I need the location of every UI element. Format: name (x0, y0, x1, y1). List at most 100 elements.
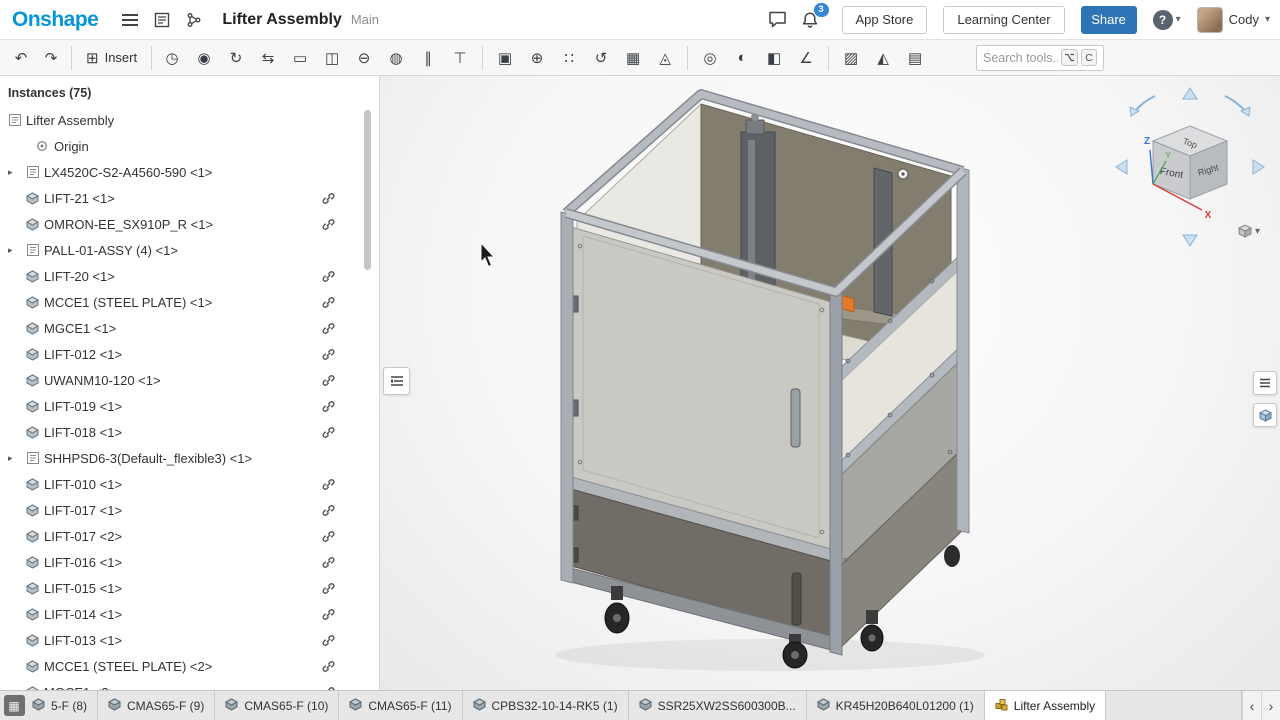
document-tab[interactable]: Lifter Assembly (985, 691, 1106, 720)
viewport-3d[interactable]: Top Front Right Z X Y ▾ (380, 76, 1280, 690)
scroll-tabs-left-button[interactable]: ‹ (1242, 691, 1261, 720)
link-icon[interactable] (321, 581, 335, 595)
view-cube-menu-button[interactable]: ▾ (1238, 224, 1260, 238)
instance-row[interactable]: ▸ UWANM10-120 <1> (0, 367, 379, 393)
share-button[interactable]: Share (1081, 6, 1137, 34)
link-icon[interactable] (321, 295, 335, 309)
link-icon[interactable] (321, 685, 335, 690)
instance-row[interactable]: ▸ MGCE1 <2> (0, 679, 379, 690)
redo-button[interactable]: ↷ (36, 44, 66, 72)
comments-button[interactable] (764, 6, 792, 34)
instance-row[interactable]: ▸ LIFT-20 <1> (0, 263, 379, 289)
ball-mate-button[interactable]: ◍ (381, 44, 411, 72)
section-view-button[interactable]: ◧ (759, 44, 789, 72)
linear-pattern-button[interactable]: ∷ (554, 44, 584, 72)
bom-table-button[interactable]: ▦ (618, 44, 648, 72)
cylindrical-mate-button[interactable]: ◫ (317, 44, 347, 72)
instance-row[interactable]: ▸ LIFT-010 <1> (0, 471, 379, 497)
display-states-button[interactable]: ◐ (727, 44, 757, 72)
instance-row[interactable]: ▸ LX4520C-S2-A4560-590 <1> (0, 159, 379, 185)
instance-row[interactable]: ▸ LIFT-019 <1> (0, 393, 379, 419)
link-icon[interactable] (321, 555, 335, 569)
instance-row[interactable]: ▸ OMRON-EE_SX910P_R <1> (0, 211, 379, 237)
measure-button[interactable]: ∠ (791, 44, 821, 72)
insert-button[interactable]: ⊞ Insert (77, 44, 146, 72)
onshape-logo[interactable]: Onshape (12, 8, 98, 32)
instance-row[interactable]: ▸ LIFT-014 <1> (0, 601, 379, 627)
group-button[interactable]: ▣ (490, 44, 520, 72)
configuration-panel-button[interactable] (1253, 403, 1277, 427)
link-icon[interactable] (321, 425, 335, 439)
mate-connector-button[interactable]: ⊕ (522, 44, 552, 72)
learning-center-button[interactable]: Learning Center (943, 6, 1064, 34)
instance-row[interactable]: Lifter Assembly (0, 107, 379, 133)
revolute-mate-button[interactable]: ↻ (221, 44, 251, 72)
versions-button[interactable] (180, 6, 208, 34)
instance-row[interactable]: ▸ LIFT-016 <1> (0, 549, 379, 575)
circular-pattern-button[interactable]: ↺ (586, 44, 616, 72)
link-icon[interactable] (321, 321, 335, 335)
link-icon[interactable] (321, 191, 335, 205)
instance-row[interactable]: ▸ LIFT-21 <1> (0, 185, 379, 211)
main-menu-button[interactable] (116, 6, 144, 34)
link-icon[interactable] (321, 503, 335, 517)
document-tab[interactable]: CMAS65-F (10) (215, 691, 339, 720)
link-icon[interactable] (321, 347, 335, 361)
instance-row[interactable]: ▸ MGCE1 <1> (0, 315, 379, 341)
view-cube[interactable]: Top Front Right Z X Y (1116, 88, 1264, 246)
exploded-view-button[interactable]: ◬ (650, 44, 680, 72)
document-tab[interactable]: CMAS65-F (9) (98, 691, 215, 720)
instance-row[interactable]: ▸ LIFT-017 <2> (0, 523, 379, 549)
search-tools-box[interactable]: Search tools... C (976, 45, 1104, 71)
link-icon[interactable] (321, 477, 335, 491)
document-outline-button[interactable] (148, 6, 176, 34)
user-menu[interactable]: Cody ▾ (1197, 7, 1270, 33)
workspace-name[interactable]: Main (351, 12, 379, 27)
bom-panel-button[interactable] (1253, 371, 1277, 395)
3d-model-lifter-assembly[interactable] (555, 94, 985, 671)
tangent-mate-button[interactable]: ⊤ (445, 44, 475, 72)
planar-mate-button[interactable]: ▭ (285, 44, 315, 72)
document-tab[interactable]: 5-F (8) (28, 691, 98, 720)
drawing-button[interactable]: ▤ (900, 44, 930, 72)
document-tab[interactable]: SSR25XW2SS600300B... (629, 691, 807, 720)
link-icon[interactable] (321, 607, 335, 621)
link-icon[interactable] (321, 659, 335, 673)
pin-slot-mate-button[interactable]: ⊖ (349, 44, 379, 72)
instance-row[interactable]: ▸ MCCE1 (STEEL PLATE) <2> (0, 653, 379, 679)
document-tab[interactable]: CPBS32-10-14-RK5 (1) (463, 691, 629, 720)
instance-row[interactable]: ▸ LIFT-012 <1> (0, 341, 379, 367)
link-icon[interactable] (321, 217, 335, 231)
instance-row[interactable]: ▸ LIFT-017 <1> (0, 497, 379, 523)
help-button[interactable]: ? ▾ (1153, 10, 1181, 30)
parallel-mate-button[interactable]: ∥ (413, 44, 443, 72)
instance-row[interactable]: ▸ LIFT-015 <1> (0, 575, 379, 601)
search-tools-input[interactable]: Search tools... (983, 51, 1058, 65)
tab-manager-button[interactable]: ▦ (0, 691, 28, 720)
interference-button[interactable]: ◭ (868, 44, 898, 72)
app-store-button[interactable]: App Store (842, 6, 928, 34)
link-icon[interactable] (321, 633, 335, 647)
instance-row[interactable]: ▸ SHHPSD6-3(Default-_flexible3) <1> (0, 445, 379, 471)
named-positions-button[interactable]: ◎ (695, 44, 725, 72)
instance-row[interactable]: ▸ MCCE1 (STEEL PLATE) <1> (0, 289, 379, 315)
sidebar-scrollbar[interactable] (364, 110, 371, 270)
instance-row[interactable]: ▸ LIFT-013 <1> (0, 627, 379, 653)
instance-row[interactable]: ▸ LIFT-018 <1> (0, 419, 379, 445)
expand-arrow-icon[interactable]: ▸ (8, 245, 26, 256)
undo-button[interactable]: ↶ (6, 44, 36, 72)
fastened-mate-button[interactable]: ◉ (189, 44, 219, 72)
link-icon[interactable] (321, 399, 335, 413)
instance-row[interactable]: ▸ Origin (0, 133, 379, 159)
expand-arrow-icon[interactable]: ▸ (8, 167, 26, 178)
notifications-button[interactable]: 3 (796, 6, 824, 34)
instances-panel-toggle-button[interactable] (383, 367, 410, 395)
appearance-button[interactable]: ▨ (836, 44, 866, 72)
document-tab[interactable]: CMAS65-F (11) (339, 691, 462, 720)
document-tab[interactable]: KR45H20B640L01200 (1) (807, 691, 985, 720)
slider-mate-button[interactable]: ⇆ (253, 44, 283, 72)
instance-row[interactable]: ▸ PALL-01-ASSY (4) <1> (0, 237, 379, 263)
link-icon[interactable] (321, 269, 335, 283)
mate-button[interactable]: ◷ (157, 44, 187, 72)
link-icon[interactable] (321, 373, 335, 387)
